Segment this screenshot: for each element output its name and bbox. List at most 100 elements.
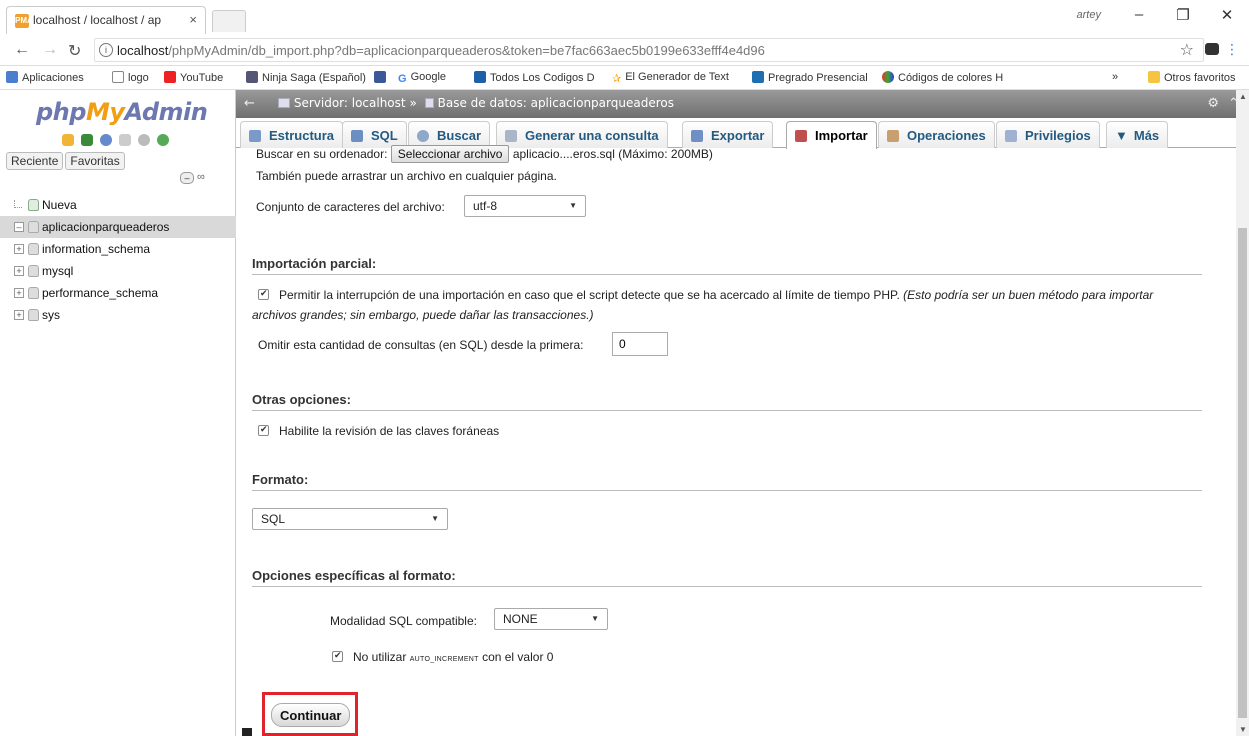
charset-label: Conjunto de caracteres del archivo: — [256, 200, 445, 214]
expand-node-icon[interactable]: + — [14, 288, 24, 298]
tab-importar[interactable]: Importar — [786, 121, 877, 149]
tab-operaciones[interactable]: Operaciones — [878, 121, 995, 148]
tab-exportar[interactable]: Exportar — [682, 121, 774, 148]
home-icon[interactable] — [62, 134, 74, 146]
bookmark-apps[interactable]: Aplicaciones — [6, 71, 84, 84]
pregrado-icon — [752, 71, 764, 83]
profile-name[interactable]: artey — [1077, 9, 1101, 21]
partial-import-title: Importación parcial: — [252, 256, 1202, 275]
google-icon: G — [398, 73, 407, 85]
maximize-icon[interactable]: ❐ — [1173, 6, 1193, 24]
breadcrumb-database[interactable]: Base de datos: aplicacionparqueaderos — [438, 96, 674, 110]
allow-interrupt-label[interactable]: Permitir la interrupción de una importac… — [279, 288, 900, 302]
forward-arrow-icon[interactable]: → — [42, 41, 58, 59]
reload-nav-icon[interactable] — [157, 134, 170, 146]
tree-item-aplicacionparqueaderos[interactable]: – aplicacionparqueaderos — [0, 216, 236, 238]
tab-generar-consulta[interactable]: Generar una consulta — [496, 121, 668, 148]
bookmark-other-favorites[interactable]: Otros favoritos — [1148, 71, 1236, 84]
tree-item-mysql[interactable]: + mysql — [14, 260, 236, 282]
back-arrow-icon[interactable]: ← — [14, 41, 30, 59]
bookmark-colores[interactable]: Códigos de colores H — [882, 71, 1003, 84]
format-select[interactable]: SQL ▼ — [252, 508, 448, 530]
tree-item-performance-schema[interactable]: + performance_schema — [14, 282, 236, 304]
reload-icon[interactable]: ↻ — [68, 41, 81, 61]
close-tab-icon[interactable]: × — [189, 12, 197, 27]
settings-gear-icon[interactable]: ⚙ — [1207, 96, 1219, 111]
address-bar-row: ← → ↻ i localhost/phpMyAdmin/db_import.p… — [0, 34, 1249, 66]
bookmarks-overflow-button[interactable]: » — [1112, 71, 1118, 83]
highlight-box: Continuar — [262, 692, 358, 736]
url-path: /phpMyAdmin/db_import.php?db=aplicacionp… — [168, 43, 765, 58]
expand-node-icon[interactable]: + — [14, 244, 24, 254]
recent-favorites-tabs: Reciente Favoritas — [6, 152, 127, 170]
main-scrollbar[interactable]: ▲ ▼ — [1236, 90, 1249, 736]
tab-mas[interactable]: ▼ Más — [1106, 121, 1169, 148]
tab-sql[interactable]: SQL — [342, 121, 407, 148]
expand-node-icon[interactable]: + — [14, 310, 24, 320]
allow-interrupt-checkbox[interactable] — [258, 288, 269, 300]
import-icon — [795, 130, 807, 142]
scrollbar-thumb[interactable] — [1238, 228, 1247, 718]
sql-compat-select[interactable]: NONE ▼ — [494, 608, 608, 630]
help-icon[interactable] — [100, 134, 113, 146]
new-tab-button[interactable] — [212, 10, 246, 32]
expand-node-icon[interactable]: + — [14, 266, 24, 276]
extension-icon[interactable] — [1205, 43, 1219, 55]
export-icon — [691, 130, 703, 142]
browser-tab[interactable]: PMA localhost / localhost / ap × — [6, 6, 206, 34]
bookmark-todos-codigos[interactable]: Todos Los Codigos D — [474, 71, 595, 84]
menu-icon[interactable]: ⋮ — [1225, 41, 1239, 58]
minimize-icon[interactable]: – — [1129, 6, 1149, 23]
collapse-node-icon[interactable]: – — [14, 222, 24, 232]
close-window-icon[interactable]: ✕ — [1217, 6, 1237, 24]
skip-queries-input[interactable] — [612, 332, 668, 356]
foreign-key-checkbox[interactable] — [258, 424, 269, 436]
tree-item-sys[interactable]: + sys — [14, 304, 236, 326]
continuar-button[interactable]: Continuar — [271, 703, 351, 727]
bookmark-youtube[interactable]: YouTube — [164, 71, 223, 84]
tab-estructura[interactable]: Estructura — [240, 121, 344, 148]
browser-tab-title: localhost / localhost / ap — [33, 13, 162, 27]
tree-item-information-schema[interactable]: + information_schema — [14, 238, 236, 260]
link-with-main-icon[interactable]: ∞ — [197, 171, 205, 183]
allow-interrupt-note: (Esto podría ser un buen método para imp… — [903, 288, 1154, 302]
url-input[interactable]: i localhost/phpMyAdmin/db_import.php?db=… — [94, 38, 1204, 62]
file-name: aplicacio....eros.sql — [512, 147, 615, 161]
no-auto-increment-row: No utilizar AUTO_INCREMENT con el valor … — [332, 650, 553, 664]
choose-file-button[interactable]: Seleccionar archivo — [390, 145, 510, 163]
hide-navigation-arrow-icon[interactable]: ← — [244, 96, 260, 111]
phpmyadmin-logo[interactable]: phpMyAdmin — [36, 98, 208, 126]
no-auto-increment-checkbox[interactable] — [332, 650, 343, 662]
tree-item-new[interactable]: Nueva — [14, 194, 236, 216]
info-icon[interactable]: i — [99, 43, 113, 57]
allow-interrupt-note-continued: archivos grandes; sin embargo, puede dañ… — [252, 308, 594, 322]
browse-label: Buscar en su ordenador: — [256, 147, 388, 161]
structure-icon — [249, 130, 261, 142]
settings-gear-icon[interactable] — [138, 134, 151, 146]
bookmark-google[interactable]: G Google — [398, 71, 446, 85]
foreign-key-label[interactable]: Habilite la revisión de las claves forán… — [279, 424, 499, 438]
server-icon — [277, 98, 290, 108]
tab-privilegios[interactable]: Privilegios — [996, 121, 1100, 148]
charset-select[interactable]: utf-8 ▼ — [464, 195, 586, 217]
bookmark-facebook[interactable] — [374, 71, 390, 84]
bookmark-star-icon[interactable]: ☆ — [1180, 40, 1194, 60]
docs-icon[interactable] — [119, 134, 132, 146]
database-icon — [28, 221, 39, 233]
scroll-up-icon[interactable]: ▲ — [1239, 92, 1247, 101]
scroll-down-icon[interactable]: ▼ — [1239, 725, 1247, 734]
bookmark-ninja-saga[interactable]: Ninja Saga (Español) — [246, 71, 366, 84]
logout-icon[interactable] — [81, 134, 94, 146]
favorites-button[interactable]: Favoritas — [65, 152, 125, 170]
recent-button[interactable]: Reciente — [6, 152, 64, 170]
console-toggle-icon[interactable] — [242, 728, 252, 736]
sql-compat-label: Modalidad SQL compatible: — [330, 614, 477, 628]
collapse-all-icon[interactable]: – — [180, 172, 194, 184]
bookmark-pregrado[interactable]: Pregrado Presencial — [752, 71, 868, 84]
breadcrumb-server[interactable]: Servidor: localhost — [294, 96, 406, 110]
tab-buscar[interactable]: Buscar — [408, 121, 491, 148]
allow-interrupt-row: Permitir la interrupción de una importac… — [258, 288, 1153, 302]
apps-grid-icon — [6, 71, 18, 83]
bookmark-logo[interactable]: logo — [112, 71, 149, 84]
bookmark-generador[interactable]: ✰ El Generador de Text — [612, 71, 729, 85]
